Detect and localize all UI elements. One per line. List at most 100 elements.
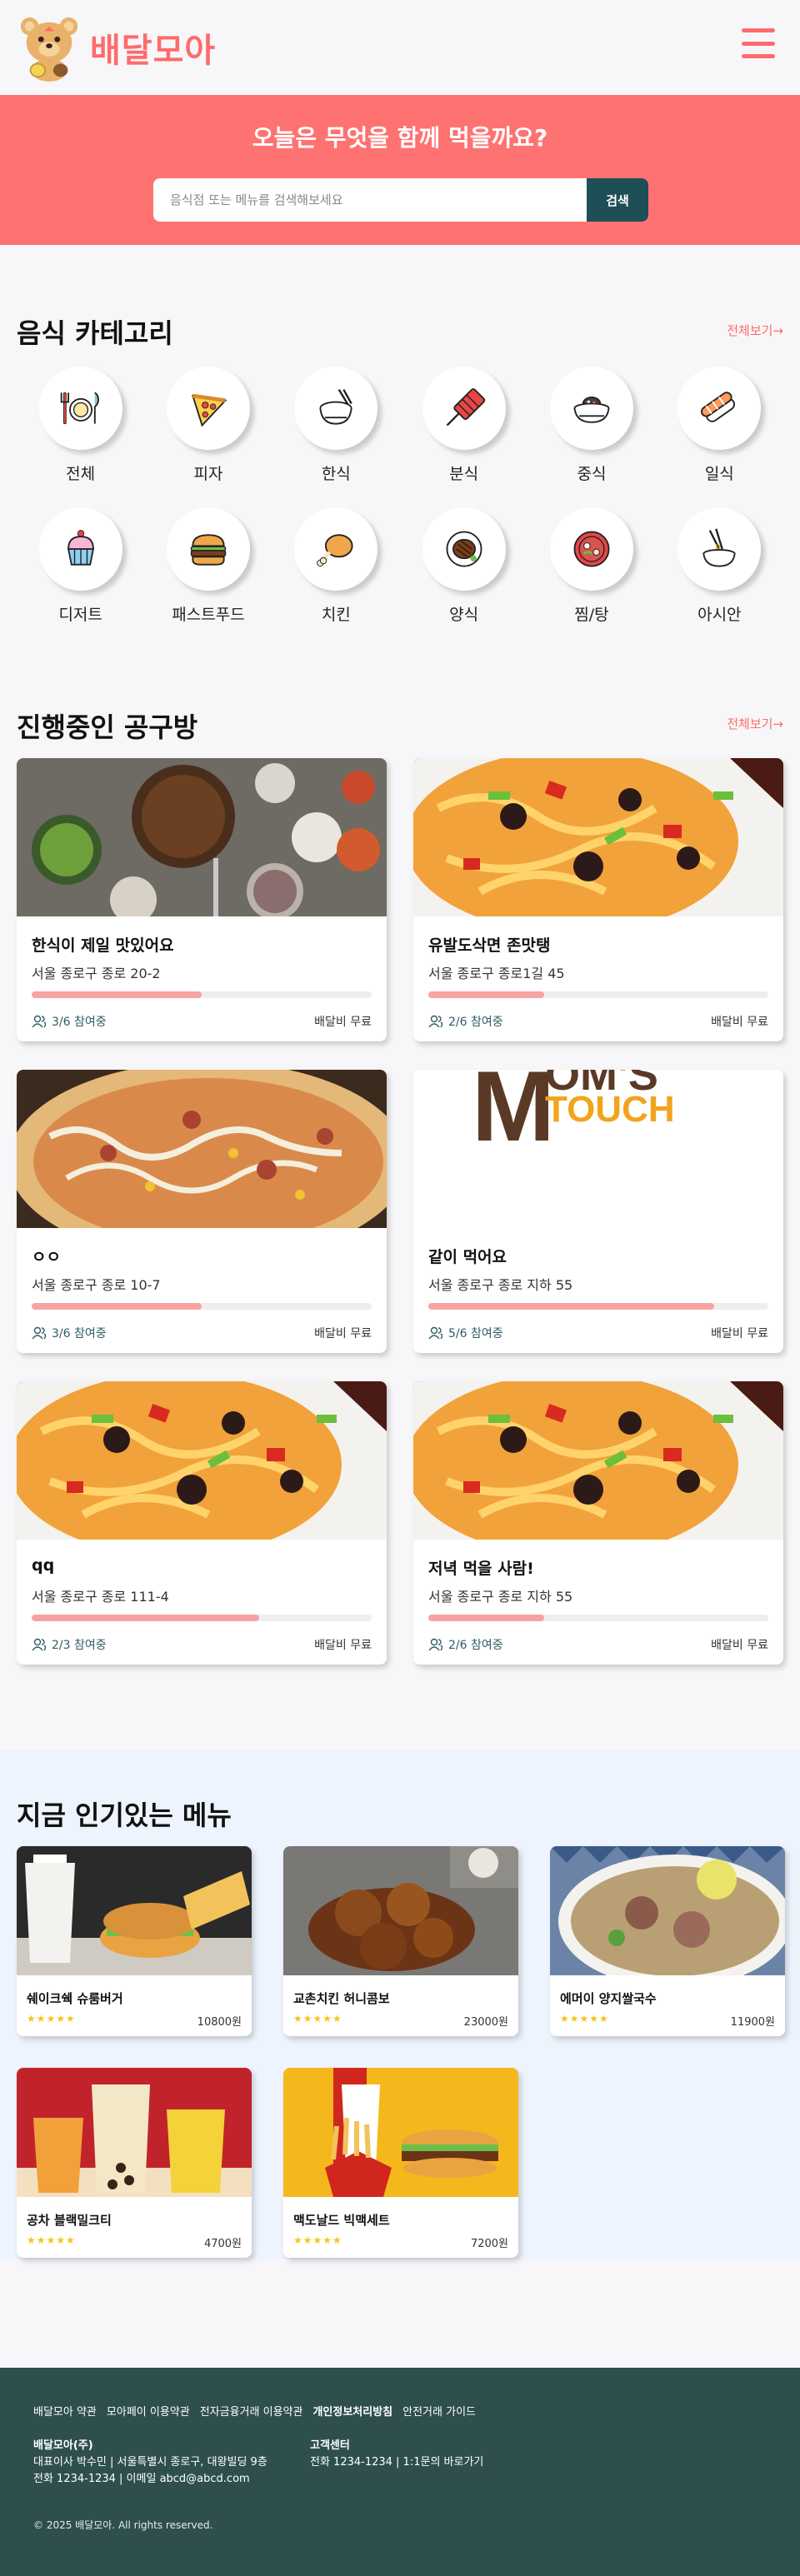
moms-touch-logo: M OM'S TOUCH bbox=[472, 1070, 675, 1162]
participants: 2/3 참여중 bbox=[32, 1636, 107, 1653]
company-name: 배달모아(주) bbox=[33, 2439, 93, 2452]
footer-link-privacy[interactable]: 개인정보처리방침 bbox=[312, 2403, 392, 2419]
delivery-fee: 배달비 무료 bbox=[711, 1016, 768, 1029]
group-buy-address: 서울 종로구 종로 지하 55 bbox=[428, 1589, 573, 1605]
footer-link-efinance-terms[interactable]: 전자금융거래 이용약관 bbox=[200, 2403, 303, 2419]
group-buy-view-all-link[interactable]: 전체보기→ bbox=[727, 715, 783, 732]
group-buy-card[interactable]: qq 서울 종로구 종로 111-4 2/3 참여중 배달비 무료 bbox=[17, 1381, 387, 1665]
menu-price: 11900원 bbox=[730, 2016, 775, 2029]
star-rating-icon: ★★★★★ bbox=[293, 2234, 342, 2246]
category-korean[interactable]: 한식 bbox=[272, 367, 400, 484]
group-buy-address: 서울 종로구 종로 20-2 bbox=[32, 966, 161, 981]
bear-mascot-logo-icon[interactable] bbox=[17, 13, 82, 82]
category-label: 치킨 bbox=[321, 606, 351, 624]
category-dessert[interactable]: 디저트 bbox=[17, 507, 144, 625]
group-buy-image bbox=[413, 1381, 783, 1540]
category-grid: 전체 피자 한식 분식 중식 일식 디저트 패스트푸드 치킨 양식 찜/탕 아시… bbox=[17, 367, 783, 625]
menu-name: 교촌치킨 허니콤보 bbox=[293, 1991, 390, 2006]
category-label: 아시안 bbox=[698, 606, 742, 624]
menu-card[interactable]: 에머이 양지쌀국수 ★★★★★ 11900원 bbox=[550, 1846, 785, 2036]
menu-price: 10800원 bbox=[197, 2016, 242, 2029]
menu-image bbox=[283, 1846, 518, 1975]
category-pizza[interactable]: 피자 bbox=[144, 367, 272, 484]
category-asian[interactable]: 아시안 bbox=[656, 507, 783, 625]
group-buy-grid: 한식이 제일 맛있어요 서울 종로구 종로 20-2 3/6 참여중 배달비 무… bbox=[17, 758, 783, 1665]
category-chicken[interactable]: 치킨 bbox=[272, 507, 400, 625]
people-icon bbox=[428, 1638, 443, 1651]
group-buy-progress bbox=[428, 1615, 768, 1621]
group-buy-address: 서울 종로구 종로 111-4 bbox=[32, 1589, 169, 1605]
category-label: 분식 bbox=[449, 465, 479, 483]
group-buy-image bbox=[17, 1381, 387, 1540]
group-buy-address: 서울 종로구 종로 10-7 bbox=[32, 1277, 161, 1293]
participants-count: 2/6 참여중 bbox=[448, 1639, 503, 1652]
category-view-all-link[interactable]: 전체보기→ bbox=[727, 322, 783, 339]
customer-center: 고객센터 전화 1234-1234 | 1:1문의 바로가기 bbox=[310, 2438, 483, 2471]
chicken-icon bbox=[317, 534, 353, 567]
participants: 2/6 참여중 bbox=[428, 1013, 503, 1030]
hot-pot-icon bbox=[573, 531, 610, 567]
menu-card[interactable]: 쉐이크쉑 슈룸버거 ★★★★★ 10800원 bbox=[17, 1846, 252, 2036]
cupcake-icon bbox=[67, 530, 94, 566]
category-western[interactable]: 양식 bbox=[400, 507, 528, 625]
category-chinese[interactable]: 중식 bbox=[528, 367, 655, 484]
participants: 3/6 참여중 bbox=[32, 1325, 107, 1341]
footer-link-terms[interactable]: 배달모아 약관 bbox=[33, 2403, 97, 2419]
participants-count: 2/6 참여중 bbox=[448, 1016, 503, 1029]
category-label: 양식 bbox=[449, 606, 479, 624]
category-label: 한식 bbox=[321, 465, 351, 483]
group-buy-progress bbox=[32, 1303, 372, 1310]
category-all[interactable]: 전체 bbox=[17, 367, 144, 484]
footer-link-pay-terms[interactable]: 모아페이 이용약관 bbox=[107, 2403, 190, 2419]
hero-title: 오늘은 무엇을 함께 먹을까요? bbox=[252, 124, 548, 152]
customer-center-contact[interactable]: 전화 1234-1234 | 1:1문의 바로가기 bbox=[310, 2454, 483, 2471]
group-buy-image bbox=[17, 758, 387, 916]
search-button[interactable]: 검색 bbox=[587, 178, 648, 222]
group-buy-card[interactable]: ㅇㅇ 서울 종로구 종로 10-7 3/6 참여중 배달비 무료 bbox=[17, 1070, 387, 1353]
star-rating-icon: ★★★★★ bbox=[27, 2013, 76, 2024]
delivery-fee: 배달비 무료 bbox=[711, 1639, 768, 1652]
menu-card[interactable]: 공차 블랙밀크티 ★★★★★ 4700원 bbox=[17, 2068, 252, 2258]
burger-icon bbox=[190, 534, 227, 566]
group-buy-card[interactable]: 유발도삭면 존맛탱 서울 종로구 종로1길 45 2/6 참여중 배달비 무료 bbox=[413, 758, 783, 1041]
company-info: 배달모아(주) 대표이사 박수민 | 서울특별시 종로구, 대왕빌딩 9층 전화… bbox=[33, 2438, 268, 2488]
menu-name: 공차 블랙밀크티 bbox=[27, 2213, 112, 2228]
logo-text[interactable]: 배달모아 bbox=[90, 23, 216, 72]
group-buy-progress bbox=[32, 991, 372, 998]
participants: 5/6 참여중 bbox=[428, 1325, 503, 1341]
star-rating-icon: ★★★★★ bbox=[27, 2234, 76, 2246]
group-buy-progress bbox=[428, 991, 768, 998]
group-buy-card[interactable]: 저녁 먹을 사람! 서울 종로구 종로 지하 55 2/6 참여중 배달비 무료 bbox=[413, 1381, 783, 1665]
group-buy-title: qq bbox=[32, 1556, 55, 1575]
category-snack[interactable]: 분식 bbox=[400, 367, 528, 484]
footer-link-safety-guide[interactable]: 안전거래 가이드 bbox=[402, 2403, 476, 2419]
menu-image bbox=[17, 2068, 252, 2197]
svg-text:TOUCH: TOUCH bbox=[545, 1089, 675, 1130]
menu-name: 맥도날드 빅맥세트 bbox=[293, 2213, 390, 2228]
popular-menu-section: 지금 인기있는 메뉴 쉐이크쉑 슈룸버거 ★★★★★ 10800원 교촌치킨 허… bbox=[0, 1750, 800, 2259]
skewer-icon bbox=[446, 388, 485, 427]
utensils-icon bbox=[60, 392, 99, 425]
category-japanese[interactable]: 일식 bbox=[656, 367, 783, 484]
group-buy-card[interactable]: M OM'S TOUCH 같이 먹어요 서울 종로구 종로 지하 55 5/6 … bbox=[413, 1070, 783, 1353]
search-input[interactable] bbox=[153, 178, 587, 222]
star-rating-icon: ★★★★★ bbox=[293, 2013, 342, 2024]
category-label: 일식 bbox=[704, 465, 734, 483]
group-buy-card[interactable]: 한식이 제일 맛있어요 서울 종로구 종로 20-2 3/6 참여중 배달비 무… bbox=[17, 758, 387, 1041]
noodle-bowl-icon bbox=[573, 397, 610, 423]
category-label: 전체 bbox=[66, 465, 96, 483]
hamburger-menu-icon[interactable] bbox=[742, 28, 775, 58]
menu-card[interactable]: 맥도날드 빅맥세트 ★★★★★ 7200원 bbox=[283, 2068, 518, 2258]
people-icon bbox=[32, 1326, 47, 1340]
category-fastfood[interactable]: 패스트푸드 bbox=[144, 507, 272, 625]
customer-center-title: 고객센터 bbox=[310, 2439, 350, 2452]
category-stew[interactable]: 찜/탕 bbox=[528, 507, 655, 625]
group-buy-image bbox=[17, 1070, 387, 1228]
group-buy-title: 저녁 먹을 사람! bbox=[428, 1560, 534, 1578]
svg-text:M: M bbox=[472, 1070, 555, 1162]
menu-card[interactable]: 교촌치킨 허니콤보 ★★★★★ 23000원 bbox=[283, 1846, 518, 2036]
menu-name: 쉐이크쉑 슈룸버거 bbox=[27, 1991, 123, 2006]
sushi-icon bbox=[701, 392, 736, 422]
group-buy-progress bbox=[428, 1303, 768, 1310]
participants: 3/6 참여중 bbox=[32, 1013, 107, 1030]
